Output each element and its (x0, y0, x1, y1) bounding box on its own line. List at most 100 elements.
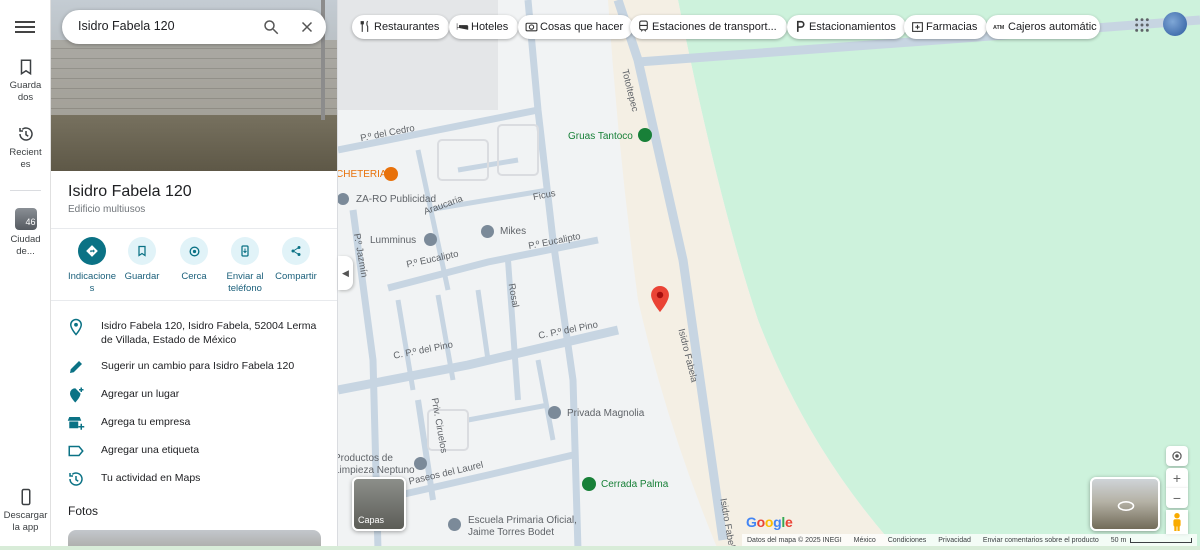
google-logo: Google (746, 514, 793, 530)
send-to-phone-label: Enviar al teléfono (226, 271, 264, 294)
search-box[interactable]: Isidro Fabela 120 (62, 10, 326, 44)
save-button[interactable]: Guardar (113, 237, 171, 283)
svg-text:ATM: ATM (993, 25, 1005, 31)
add-place-text: Agregar un lugar (101, 388, 180, 400)
road-rosal (505, 259, 521, 401)
store-add-icon (67, 417, 85, 430)
location-pin-icon (69, 318, 83, 336)
left-rail: Guardados Recientes 46 Ciudad de... Desc… (0, 0, 51, 550)
photo-ground (51, 115, 337, 171)
share-icon (282, 237, 310, 265)
search-input[interactable]: Isidro Fabela 120 (78, 19, 175, 33)
rail-city-label: Ciudad de... (10, 234, 41, 257)
add-label-text: Agregar una etiqueta (101, 444, 200, 456)
hotel-icon (456, 23, 469, 30)
rail-saved-label: Guardados (9, 80, 42, 103)
location-marker-icon[interactable] (650, 286, 670, 312)
directions-label: Indicaciones (67, 271, 117, 294)
layers-label: Capas (358, 515, 385, 525)
nearby-button[interactable]: Cerca (165, 237, 223, 283)
divider (51, 300, 337, 301)
poi-label[interactable]: Escuela Primaria Oficial, Jaime Torres B… (468, 515, 577, 539)
place-icon[interactable] (548, 406, 561, 419)
school-icon[interactable] (448, 518, 461, 531)
place-title: Isidro Fabela 120 (68, 183, 192, 200)
photos-heading: Fotos (68, 504, 99, 518)
nearby-label: Cerca (181, 271, 207, 282)
search-icon[interactable] (262, 18, 280, 36)
share-button[interactable]: Compartir (267, 237, 325, 283)
poi-label[interactable]: Productos de Limpieza Neptuno (338, 453, 415, 477)
rail-city[interactable]: 46 Ciudad de... (0, 208, 51, 258)
chip-transit[interactable]: Estaciones de transport... (630, 15, 787, 39)
history-icon (69, 472, 83, 486)
maps-activity-text: Tu actividad en Maps (101, 472, 201, 484)
poi-label[interactable]: Privada Magnolia (567, 408, 644, 419)
history-icon (18, 127, 33, 141)
poi-label[interactable]: Cerrada Palma (601, 479, 668, 490)
send-to-phone-button[interactable]: Enviar al teléfono (216, 237, 274, 295)
place-category[interactable]: Edificio multiusos (68, 204, 145, 215)
my-location-button[interactable] (1166, 446, 1188, 466)
block (437, 139, 489, 181)
address-text: Isidro Fabela 120, Isidro Fabela, 52004 … (101, 320, 317, 346)
chip-atms[interactable]: ATM Cajeros automátic (986, 15, 1100, 39)
save-label: Guardar (124, 271, 160, 282)
street-view-preview[interactable] (1090, 477, 1160, 531)
window-bottom-edge (0, 546, 1200, 550)
restaurant-icon[interactable] (384, 167, 398, 181)
bookmark-icon (128, 237, 156, 265)
map-canvas[interactable]: P.º del Cedro P.º Jazmín P.º Eucalipto P… (338, 0, 1200, 550)
layers-button[interactable]: Capas (352, 477, 406, 531)
rail-saved[interactable]: Guardados (0, 58, 51, 104)
scale-bar (1130, 537, 1193, 543)
photo-wall (51, 40, 337, 118)
atm-icon: ATM (993, 25, 1005, 31)
tree-icon[interactable] (582, 477, 596, 491)
place-icon[interactable] (424, 233, 437, 246)
directions-icon (78, 237, 106, 265)
zoom-out-button[interactable]: − (1166, 488, 1188, 508)
tree-icon[interactable] (638, 128, 652, 142)
close-icon[interactable] (298, 18, 316, 36)
poi-label[interactable]: Mikes (500, 226, 526, 237)
local-roads (467, 359, 556, 441)
chip-label: Farmacias (926, 21, 978, 33)
zoom-in-button[interactable]: + (1166, 468, 1188, 488)
rail-download[interactable]: Descargar la app (0, 488, 51, 534)
poi-label[interactable]: ZA-RO Publicidad (356, 194, 436, 205)
poi-label[interactable]: Gruas Tantoco (568, 131, 633, 142)
collapse-panel-button[interactable]: ◀ (338, 256, 353, 290)
chip-label: Restaurantes (374, 21, 440, 33)
share-label: Compartir (275, 271, 317, 282)
chip-label: Estaciones de transport... (652, 21, 777, 33)
label-icon (68, 445, 84, 457)
poi-label[interactable]: Lumminus (370, 235, 416, 246)
chip-parking[interactable]: Estacionamientos (787, 15, 906, 39)
place-panel: Isidro Fabela 120 Edificio multiusos Ind… (51, 0, 338, 550)
rail-download-label: Descargar la app (3, 510, 48, 533)
apps-grid-icon[interactable] (1134, 17, 1150, 33)
city-thumbnail: 46 (14, 208, 37, 230)
menu-icon[interactable] (15, 18, 35, 36)
suggest-edit-text: Sugerir un cambio para Isidro Fabela 120 (101, 360, 295, 372)
parking-icon (796, 20, 805, 32)
add-location-icon (70, 387, 84, 403)
crosshair-icon (1172, 451, 1182, 461)
chip-pharmacies[interactable]: Farmacias (904, 15, 988, 39)
account-avatar[interactable] (1163, 12, 1187, 36)
transit-icon (639, 20, 648, 32)
bookmark-icon (20, 59, 31, 76)
chip-things-to-do[interactable]: Cosas que hacer (518, 15, 634, 39)
chip-label: Cajeros automátic (1008, 21, 1097, 33)
block (497, 124, 539, 176)
place-icon[interactable] (481, 225, 494, 238)
poi-label[interactable]: CHETERIA (338, 169, 387, 180)
rail-recent[interactable]: Recientes (0, 125, 51, 171)
restaurant-icon (360, 20, 369, 32)
chip-restaurants[interactable]: Restaurantes (352, 15, 450, 39)
chip-label: Estacionamientos (809, 21, 896, 33)
chip-hotels[interactable]: Hoteles (449, 15, 519, 39)
pegman-icon[interactable] (1166, 510, 1188, 534)
place-icon[interactable] (414, 457, 427, 470)
